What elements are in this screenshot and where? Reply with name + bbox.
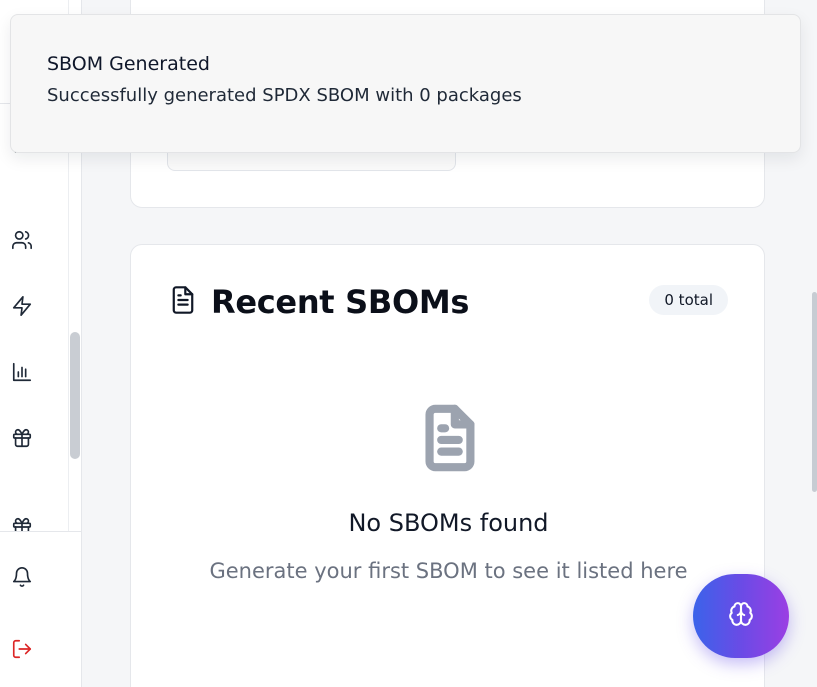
logout-icon[interactable] xyxy=(10,637,34,661)
brain-icon xyxy=(728,601,754,631)
ai-assistant-button[interactable] xyxy=(693,574,789,658)
toast-description: Successfully generated SPDX SBOM with 0 … xyxy=(47,85,522,106)
recent-sboms-title: Recent SBOMs xyxy=(211,283,470,321)
total-count-badge: 0 total xyxy=(649,285,728,315)
empty-state: No SBOMs found Generate your first SBOM … xyxy=(131,403,766,583)
main-scrollbar[interactable] xyxy=(812,292,817,492)
empty-state-title: No SBOMs found xyxy=(348,509,549,537)
empty-state-subtitle: Generate your first SBOM to see it liste… xyxy=(209,559,688,583)
sidebar-scrollbar[interactable] xyxy=(70,332,80,459)
gift-icon[interactable] xyxy=(10,426,34,450)
zap-icon[interactable] xyxy=(10,294,34,318)
recent-sboms-header: Recent SBOMs xyxy=(169,283,469,321)
users-icon[interactable] xyxy=(10,228,34,252)
bar-chart-icon[interactable] xyxy=(10,360,34,384)
file-text-icon xyxy=(169,285,197,319)
sidebar-divider xyxy=(0,531,82,532)
partial-gift-icon[interactable] xyxy=(10,512,34,531)
toast-title: SBOM Generated xyxy=(47,53,210,75)
recent-sboms-card: Recent SBOMs 0 total No SBOMs found Gene… xyxy=(130,244,765,687)
bell-icon[interactable] xyxy=(10,565,34,589)
toast-notification[interactable]: SBOM Generated Successfully generated SP… xyxy=(10,14,801,153)
empty-file-icon xyxy=(419,403,479,477)
